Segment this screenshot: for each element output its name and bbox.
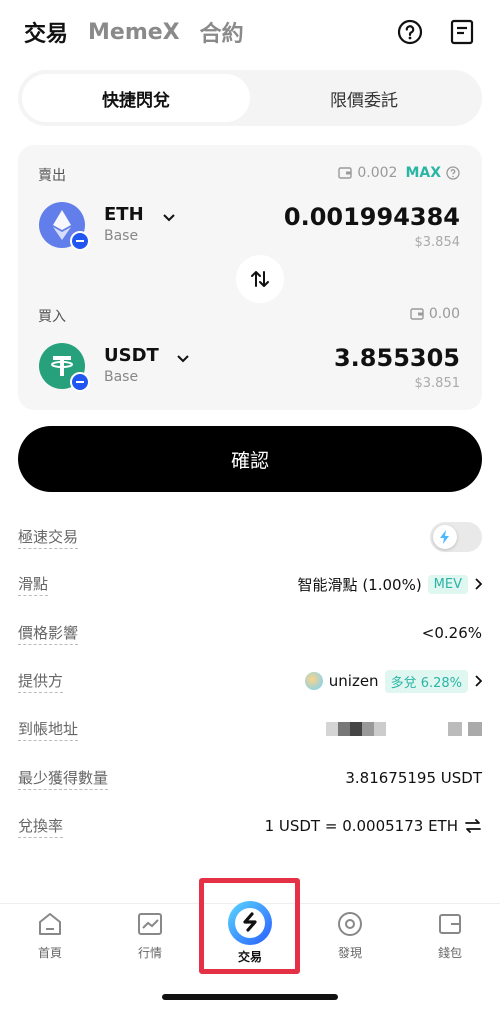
help-icon[interactable] xyxy=(396,18,424,46)
provider-bonus-badge: 多兌 6.28% xyxy=(384,669,468,693)
sell-token-chain: Base xyxy=(104,228,139,244)
sell-balance: 0.002 MAX xyxy=(338,165,460,181)
home-icon xyxy=(39,913,61,935)
exchange-rate-value: 1 USDT = 0.0005173 ETH xyxy=(264,817,458,835)
tab-quick-swap[interactable]: 快捷閃兌 xyxy=(22,74,250,122)
nav-wallet[interactable]: 錢包 xyxy=(400,904,500,983)
buy-token-chevron-down-icon[interactable] xyxy=(176,354,190,364)
top-nav: 交易 MemeX 合約 xyxy=(24,14,476,50)
wallet-icon xyxy=(338,167,353,179)
price-impact-value: <0.26% xyxy=(421,624,482,642)
info-icon[interactable] xyxy=(446,166,460,180)
max-button[interactable]: MAX xyxy=(405,165,441,181)
slippage-row[interactable]: 滑點 智能滑點 (1.00%) MEV xyxy=(18,569,482,599)
buy-usd-value: $3.851 xyxy=(414,376,461,391)
unizen-logo-icon xyxy=(304,672,323,690)
receiving-address-redacted xyxy=(326,722,482,736)
home-indicator xyxy=(162,994,338,1000)
confirm-button[interactable]: 確認 xyxy=(18,426,482,492)
tab-limit-order[interactable]: 限價委託 xyxy=(250,74,478,122)
receiving-address-row[interactable]: 到帳地址 xyxy=(18,714,482,744)
nav-discover[interactable]: 發現 xyxy=(300,904,400,983)
min-received-label: 最少獲得數量 xyxy=(18,767,109,790)
fast-trade-toggle[interactable] xyxy=(430,522,482,552)
wallet-icon xyxy=(410,308,424,320)
exchange-rate-label: 兌換率 xyxy=(18,815,64,838)
swap-rate-icon[interactable] xyxy=(464,818,482,834)
slippage-label: 滑點 xyxy=(18,573,49,596)
mev-badge: MEV xyxy=(427,574,468,594)
provider-name: unizen xyxy=(328,672,379,690)
lightning-icon xyxy=(433,525,457,549)
tab-memex[interactable]: MemeX xyxy=(88,20,180,45)
nav-discover-label: 發現 xyxy=(337,946,362,960)
chart-icon xyxy=(138,913,162,935)
base-chain-icon xyxy=(70,372,90,392)
nav-home-label: 首頁 xyxy=(37,946,62,960)
buy-token-chain: Base xyxy=(104,369,139,385)
nav-wallet-label: 錢包 xyxy=(437,946,462,960)
chevron-right-icon xyxy=(475,578,482,590)
exchange-rate-row: 兌換率 1 USDT = 0.0005173 ETH xyxy=(18,811,482,841)
receiving-address-label: 到帳地址 xyxy=(18,718,79,741)
discover-icon xyxy=(338,912,362,936)
top-actions xyxy=(396,18,476,46)
swap-arrows-icon xyxy=(251,271,269,287)
buy-balance: 0.00 xyxy=(410,306,460,322)
nav-home[interactable]: 首頁 xyxy=(0,904,100,983)
tab-trade[interactable]: 交易 xyxy=(24,16,68,48)
buy-label: 買入 xyxy=(38,309,66,325)
wallet-nav-icon xyxy=(439,914,461,934)
min-received-row: 最少獲得數量 3.81675195 USDT xyxy=(18,763,482,793)
sell-usd-value: $3.854 xyxy=(414,235,461,250)
sell-balance-value: 0.002 xyxy=(357,165,398,181)
order-history-icon[interactable] xyxy=(448,18,476,46)
swap-card: 賣出 0.002 MAX ETH Base 0.001994384 $3.854… xyxy=(18,145,482,410)
provider-row[interactable]: 提供方 unizen 多兌 6.28% xyxy=(18,666,482,696)
fast-trade-label: 極速交易 xyxy=(18,526,79,549)
highlight-annotation xyxy=(199,878,300,974)
base-chain-icon xyxy=(70,231,90,251)
fast-trade-row: 極速交易 xyxy=(18,522,482,552)
buy-balance-value: 0.00 xyxy=(428,306,460,322)
sell-label: 賣出 xyxy=(38,168,66,184)
provider-label: 提供方 xyxy=(18,670,64,693)
chevron-right-icon xyxy=(475,675,482,687)
price-impact-label: 價格影響 xyxy=(18,622,79,645)
swap-direction-button[interactable] xyxy=(236,255,284,303)
tab-contract[interactable]: 合約 xyxy=(200,16,244,48)
sell-token-chevron-down-icon[interactable] xyxy=(162,213,176,223)
slippage-value: 智能滑點 (1.00%) xyxy=(297,575,422,594)
price-impact-row: 價格影響 <0.26% xyxy=(18,618,482,648)
sell-token-symbol[interactable]: ETH xyxy=(104,204,144,225)
min-received-value: 3.81675195 USDT xyxy=(345,769,482,787)
sell-amount[interactable]: 0.001994384 xyxy=(284,203,460,231)
buy-token-symbol[interactable]: USDT xyxy=(104,345,159,366)
buy-amount[interactable]: 3.855305 xyxy=(334,344,460,372)
nav-market[interactable]: 行情 xyxy=(100,904,200,983)
nav-market-label: 行情 xyxy=(137,946,162,960)
trade-mode-switch: 快捷閃兌 限價委託 xyxy=(18,70,482,126)
